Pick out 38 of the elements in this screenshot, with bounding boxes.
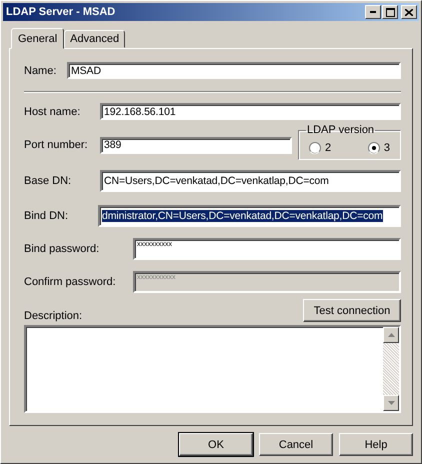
selected-text: dministrator,CN=Users,DC=venkatad,DC=venkatlap,DC=com	[102, 210, 383, 222]
maximize-button[interactable]	[382, 5, 398, 19]
text-field[interactable]: 192.168.56.101	[100, 103, 401, 120]
scrollbar[interactable]	[383, 327, 399, 411]
dialog-button[interactable]: Cancel	[259, 433, 333, 456]
tab[interactable]: General	[11, 28, 64, 49]
up-arrow-icon	[388, 333, 394, 337]
radio-button[interactable]	[309, 142, 321, 154]
field-label: Port number:	[24, 139, 89, 151]
text-field[interactable]: MSAD	[67, 62, 401, 79]
text-field[interactable]: 389	[100, 136, 292, 154]
scroll-down-button[interactable]	[383, 395, 399, 411]
field-label: Description:	[24, 310, 82, 322]
dialog-button[interactable]: Help	[339, 433, 413, 456]
radio-button[interactable]	[368, 142, 380, 154]
text-field[interactable]: CN=Users,DC=venkatad,DC=venkatlap,DC=com	[100, 170, 401, 192]
scroll-up-button[interactable]	[383, 327, 399, 343]
field-label: Confirm password:	[24, 276, 117, 288]
radio-label[interactable]: 3	[384, 142, 390, 154]
field-label: Host name:	[24, 106, 82, 118]
dialog-button[interactable]: OK	[179, 433, 253, 456]
field-label: Base DN:	[24, 175, 72, 187]
field-label: Name:	[24, 64, 58, 76]
test-connection-button[interactable]: Test connection	[303, 299, 401, 322]
minimize-icon	[370, 11, 376, 13]
description-field[interactable]	[24, 325, 401, 413]
minimize-button[interactable]	[365, 5, 381, 19]
close-button[interactable]	[401, 5, 417, 19]
radio-label[interactable]: 2	[325, 142, 332, 154]
tab[interactable]: Advanced	[64, 30, 126, 48]
maximize-icon	[386, 8, 394, 16]
down-arrow-icon	[388, 401, 394, 405]
text-field[interactable]: dministrator,CN=Users,DC=venkatad,DC=venkatlap,DC=com	[98, 205, 401, 227]
field-label: Bind password:	[24, 243, 100, 255]
field-label: Bind DN:	[24, 210, 70, 222]
group-label: LDAP version	[306, 124, 376, 136]
window-title: LDAP Server - MSAD	[6, 6, 116, 18]
close-icon	[405, 8, 413, 16]
